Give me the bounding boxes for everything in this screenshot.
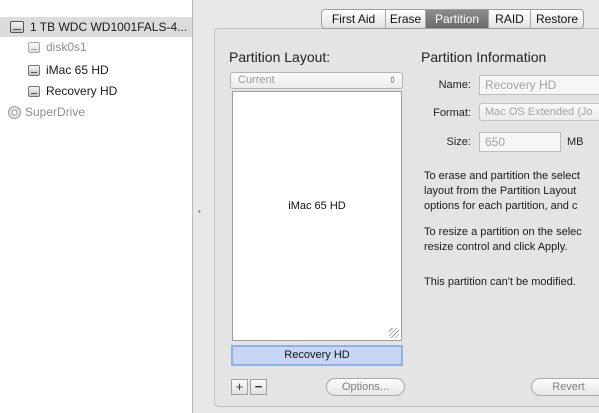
volume-icon <box>28 64 40 76</box>
tab-first-aid[interactable]: First Aid <box>322 10 386 28</box>
tab-restore[interactable]: Restore <box>531 10 583 28</box>
sidebar-item-recovery-hd[interactable]: Recovery HD <box>28 81 117 101</box>
remove-partition-button[interactable]: − <box>250 379 267 395</box>
add-partition-button[interactable]: + <box>231 379 248 395</box>
size-label: Size: <box>446 136 471 148</box>
drive-label: SuperDrive <box>25 105 86 119</box>
volume-icon <box>28 85 40 97</box>
name-field[interactable]: Recovery HD <box>479 75 599 95</box>
info-line: To erase and partition the select <box>424 170 580 182</box>
tab-bar: First Aid Erase Partition RAID Restore <box>321 9 584 29</box>
layout-select[interactable]: Current ⇕ <box>230 72 403 89</box>
partition-layout-title: Partition Layout: <box>229 49 331 65</box>
select-arrows-icon: ⇕ <box>388 75 396 85</box>
sidebar-item-superdrive[interactable]: SuperDrive <box>8 102 85 122</box>
info-text-status: This partition can't be modified. <box>424 276 576 288</box>
revert-button[interactable]: Revert <box>531 378 599 396</box>
hard-disk-icon <box>10 21 24 33</box>
splitter-grip-icon[interactable]: • <box>198 208 204 216</box>
volume-icon <box>28 41 40 53</box>
sidebar-item-disk0s1[interactable]: disk0s1 <box>28 37 87 57</box>
sidebar-item-imac-hd[interactable]: iMac 65 HD <box>28 60 109 80</box>
layout-select-value: Current <box>238 74 275 86</box>
name-label: Name: <box>438 79 471 91</box>
sidebar: 1 TB WDC WD1001FALS-4... disk0s1 iMac 65… <box>0 0 193 413</box>
format-select[interactable]: Mac OS Extended (Jo <box>479 103 599 121</box>
volume-label: iMac 65 HD <box>46 63 109 77</box>
format-label: Format: <box>433 107 471 119</box>
size-unit: MB <box>567 136 584 148</box>
volume-label: disk0s1 <box>46 40 87 54</box>
info-text-resize: To resize a partition on the selec resiz… <box>424 225 599 255</box>
size-field[interactable]: 650 <box>479 132 561 152</box>
partition-info-title: Partition Information <box>421 49 547 65</box>
info-line: To resize a partition on the selec <box>424 226 582 238</box>
volume-label: Recovery HD <box>46 84 118 98</box>
tab-raid[interactable]: RAID <box>489 10 531 28</box>
partition-layout-diagram[interactable]: iMac 65 HD <box>232 91 402 341</box>
info-line: options for each partition, and c <box>424 200 578 212</box>
partition-label: iMac 65 HD <box>288 200 346 212</box>
info-line: resize control and click Apply. <box>424 241 568 253</box>
disk-label: 1 TB WDC WD1001FALS-4... <box>30 20 188 34</box>
options-button[interactable]: Options... <box>326 378 405 396</box>
resize-grip-icon[interactable] <box>389 328 399 338</box>
tab-erase[interactable]: Erase <box>386 10 426 28</box>
selected-partition[interactable]: Recovery HD <box>231 345 403 366</box>
tab-partition[interactable]: Partition <box>426 10 489 28</box>
info-line: layout from the Partition Layout <box>424 185 577 197</box>
info-text-erase: To erase and partition the select layout… <box>424 169 599 214</box>
sidebar-item-disk[interactable]: 1 TB WDC WD1001FALS-4... <box>0 17 192 37</box>
optical-disc-icon <box>8 105 21 119</box>
